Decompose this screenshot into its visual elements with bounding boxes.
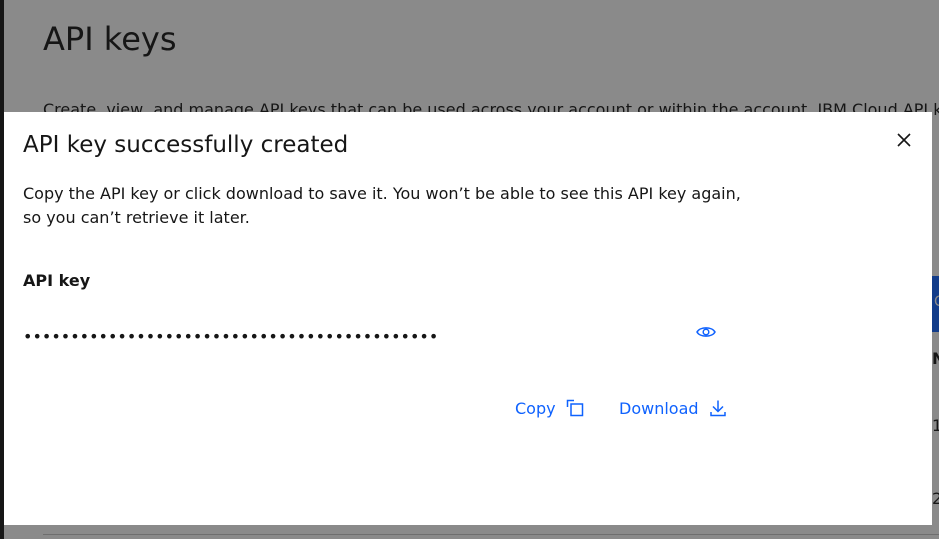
close-button[interactable] <box>888 124 920 156</box>
api-key-label: API key <box>23 271 91 290</box>
download-label: Download <box>619 398 699 418</box>
page: API keys Create, view, and manage API ke… <box>0 0 939 539</box>
show-key-button[interactable] <box>694 320 718 344</box>
download-button[interactable]: Download <box>619 394 727 422</box>
copy-label: Copy <box>515 398 556 418</box>
copy-icon <box>566 399 584 417</box>
copy-button[interactable]: Copy <box>515 394 584 422</box>
eye-icon <box>696 327 716 337</box>
close-icon <box>897 133 911 147</box>
api-key-created-modal: API key successfully created Copy the AP… <box>4 112 932 525</box>
modal-body-text: Copy the API key or click download to sa… <box>23 184 741 227</box>
download-icon <box>709 399 727 417</box>
modal-title: API key successfully created <box>23 132 349 158</box>
api-key-field[interactable] <box>23 322 683 350</box>
